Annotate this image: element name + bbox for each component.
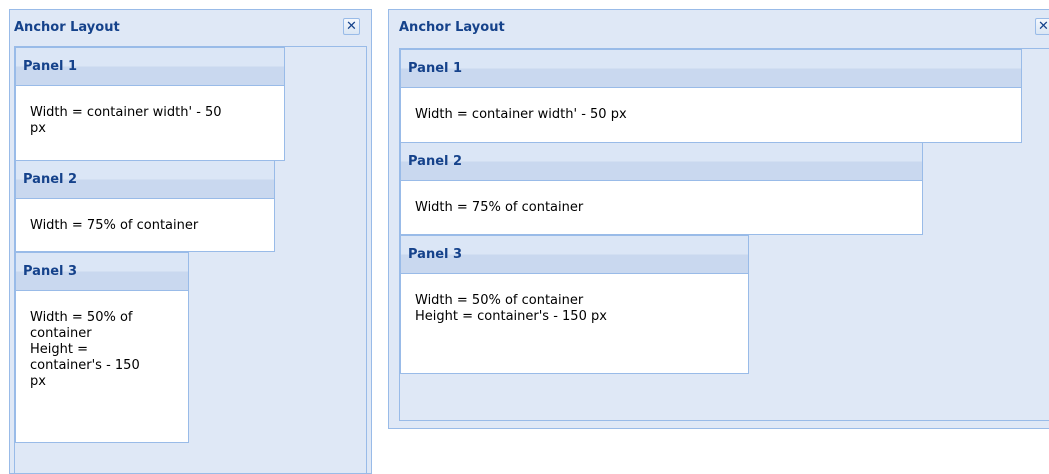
close-icon[interactable]: ✕ [343,18,360,35]
anchor-layout-window-left: Anchor Layout ✕ Panel 1 Width = containe… [9,9,372,474]
panel-3: Panel 3 Width = 50% of container Height … [15,252,189,443]
panel-body-line: px [30,121,46,136]
panel-body-line: Width = 50% of container [415,293,584,308]
panel-body-line: px [30,374,46,389]
panel-2-body: Width = 75% of container [401,181,922,234]
panel-1-body: Width = container width' - 50 px [16,86,284,160]
panel-body-line: Height = container's - 150 px [415,309,607,324]
panel-3-body: Width = 50% of container Height = contai… [401,274,748,373]
panel-1: Panel 1 Width = container width' - 50 px [15,47,285,161]
panel-body-line: container [30,326,92,341]
window-body: Panel 1 Width = container width' - 50 px… [399,48,1049,421]
panel-body-line: Height = [30,342,88,357]
panel-3-body: Width = 50% of container Height = contai… [16,291,188,442]
panel-2-title: Panel 2 [401,143,922,181]
panel-1-body: Width = container width' - 50 px [401,88,1021,142]
anchor-layout-window-right: Anchor Layout ✕ Panel 1 Width = containe… [388,9,1049,429]
window-body: Panel 1 Width = container width' - 50 px… [14,46,367,474]
window-title: Anchor Layout [14,20,120,35]
panel-1-title: Panel 1 [401,50,1021,88]
panel-1: Panel 1 Width = container width' - 50 px [400,49,1022,143]
panel-2: Panel 2 Width = 75% of container [15,160,275,252]
panel-body-line: Width = container width' - 50 [30,105,222,120]
panel-3-title: Panel 3 [16,253,188,291]
panel-3: Panel 3 Width = 50% of container Height … [400,235,749,374]
close-icon[interactable]: ✕ [1035,18,1049,35]
panel-body-line: Width = 50% of [30,310,133,325]
window-title: Anchor Layout [399,20,505,35]
panel-2-title: Panel 2 [16,161,274,199]
panel-body-line: Width = container width' - 50 px [415,107,627,122]
panel-1-title: Panel 1 [16,48,284,86]
panel-body-line: Width = 75% of container [415,200,584,215]
panel-body-line: Width = 75% of container [30,218,199,233]
panel-2-body: Width = 75% of container [16,199,274,251]
panel-3-title: Panel 3 [401,236,748,274]
panel-body-line: container's - 150 [30,358,140,373]
panel-2: Panel 2 Width = 75% of container [400,142,923,235]
